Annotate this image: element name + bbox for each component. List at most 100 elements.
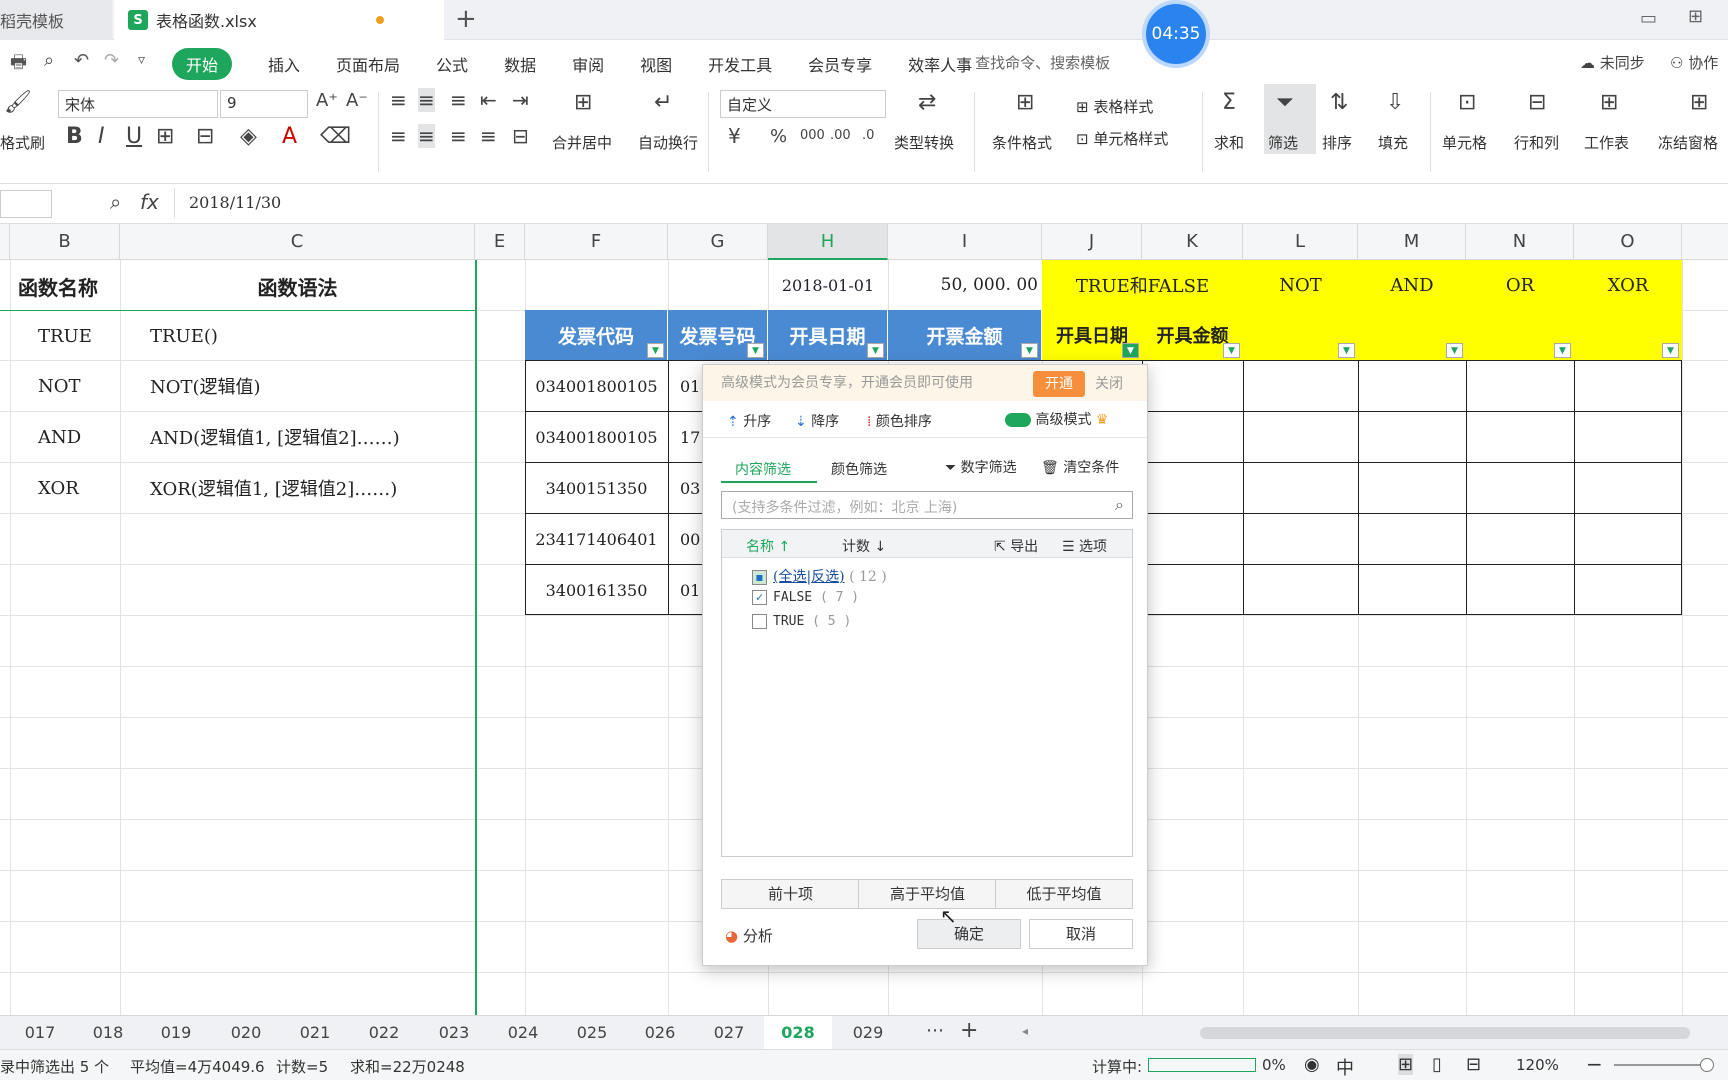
cell-button[interactable]: 单元格 — [1442, 132, 1487, 153]
sheet-tab[interactable]: 026 — [626, 1016, 694, 1050]
date-cell[interactable]: 2018-01-01 — [768, 260, 888, 310]
filter-dropdown-icon[interactable]: ▼ — [1021, 343, 1038, 358]
number-filter-button[interactable]: ⏷ 数字筛选 — [945, 457, 1017, 477]
type-convert-button[interactable]: 类型转换 — [894, 132, 954, 153]
col-header-selected[interactable]: H — [768, 224, 888, 260]
sort-button[interactable]: 排序 — [1322, 132, 1352, 153]
fill-color-icon[interactable]: ◈ — [240, 124, 257, 149]
col-header[interactable]: I — [888, 224, 1042, 260]
function-syntax-cell[interactable]: TRUE() — [150, 312, 470, 360]
invoice-amount-header[interactable]: 开票金额 ▼ — [888, 310, 1042, 360]
filter-search-input[interactable]: (支持多条件过滤，例如：北京 上海) ⌕ — [721, 491, 1133, 519]
issue-amount-yellow-header[interactable]: 开具金额 ▼ — [1142, 310, 1243, 360]
filter-dropdown-icon[interactable]: ▼ — [1446, 343, 1463, 358]
list-item-true[interactable]: TRUE ( 5 ) — [752, 614, 851, 629]
rowcol-button[interactable]: 行和列 — [1514, 132, 1559, 153]
tab-active-file[interactable]: S 表格函数.xlsx — [114, 0, 444, 40]
sheet-tab-active[interactable]: 028 — [764, 1016, 832, 1050]
invoice-code-cell[interactable]: 3400151350 — [525, 463, 668, 513]
align-bottom-icon[interactable]: ≡ — [450, 88, 467, 112]
checked-checkbox-icon[interactable]: ✓ — [752, 590, 767, 605]
new-tab-plus-icon[interactable]: + — [455, 4, 477, 34]
menu-developer[interactable]: 开发工具 — [708, 52, 772, 76]
sync-status[interactable]: ☁ 未同步 — [1580, 52, 1645, 73]
ok-button[interactable]: 确定 — [917, 919, 1021, 949]
cond-format-button[interactable]: 条件格式 — [992, 132, 1052, 153]
add-sheet-icon[interactable]: + — [960, 1018, 978, 1043]
eye-icon[interactable]: ◉ — [1304, 1054, 1320, 1075]
table-style-button[interactable]: ⊞ 表格样式 — [1076, 96, 1153, 117]
cancel-button[interactable]: 取消 — [1029, 919, 1133, 949]
issue-date-yellow-header[interactable]: 开具日期 ▼ — [1042, 310, 1142, 360]
quick-access-more-icon[interactable]: ▿ — [138, 52, 145, 68]
formula-input[interactable]: 2018/11/30 — [174, 188, 1724, 218]
color-sort-button[interactable]: ⁞ 颜色排序 — [867, 411, 932, 431]
font-grow-icon[interactable]: A⁺ — [316, 90, 338, 111]
justify-icon[interactable]: ≡ — [480, 124, 497, 148]
align-right-icon[interactable]: ≡ — [450, 124, 467, 148]
normal-view-icon[interactable]: ⊞ — [1398, 1054, 1414, 1075]
sum-button[interactable]: 求和 — [1214, 132, 1244, 153]
advanced-mode-toggle[interactable]: 高级模式 ♛ — [1005, 409, 1108, 429]
menu-home[interactable]: 开始 — [172, 48, 233, 80]
collab-button[interactable]: ⚇ 协作 — [1670, 52, 1718, 73]
border-icon[interactable]: ⊞ — [156, 124, 174, 149]
menu-data[interactable]: 数据 — [504, 52, 536, 76]
increase-decimal-icon[interactable]: .00 — [830, 128, 851, 143]
unchecked-checkbox-icon[interactable] — [752, 614, 767, 629]
fill-button[interactable]: 填充 — [1378, 132, 1408, 153]
col-header[interactable]: L — [1243, 224, 1358, 260]
function-syntax-cell[interactable]: NOT(逻辑值) — [150, 362, 470, 410]
window-layout-icon[interactable]: ▭ — [1640, 8, 1657, 29]
function-name-cell[interactable]: XOR — [38, 464, 118, 512]
col-header[interactable]: O — [1574, 224, 1682, 260]
export-button[interactable]: ⇱ 导出 — [994, 536, 1038, 556]
filter-button[interactable]: 筛选 — [1268, 132, 1298, 153]
sheet-tab[interactable]: 020 — [212, 1016, 280, 1050]
vip-open-button[interactable]: 开通 — [1033, 371, 1085, 397]
sheet-tab[interactable]: 023 — [420, 1016, 488, 1050]
grid-apps-icon[interactable]: ⊞ — [1688, 6, 1703, 27]
wrap-text-button[interactable]: 自动换行 — [638, 132, 698, 153]
invoice-code-header[interactable]: 发票代码 ▼ — [525, 310, 668, 360]
page-break-view-icon[interactable]: ⊟ — [1466, 1054, 1481, 1075]
more-sheets-icon[interactable]: ⋯ — [926, 1020, 944, 1041]
list-item-false[interactable]: ✓ FALSE ( 7 ) — [752, 590, 859, 605]
clear-conditions-button[interactable]: 🗑 清空条件 — [1041, 457, 1119, 477]
align-left-icon[interactable]: ≡ — [390, 124, 407, 148]
menu-formula[interactable]: 公式 — [436, 52, 468, 76]
horizontal-scrollbar[interactable] — [1200, 1027, 1690, 1039]
sheet-tab[interactable]: 024 — [489, 1016, 557, 1050]
font-size-select[interactable]: 9 — [220, 90, 308, 118]
function-name-cell[interactable]: NOT — [38, 362, 118, 410]
zoom-out-icon[interactable]: − — [1586, 1052, 1603, 1076]
preview-icon[interactable]: ⌕ — [44, 50, 54, 71]
sheet-tab[interactable]: 022 — [350, 1016, 418, 1050]
sheet-tab[interactable]: 027 — [695, 1016, 763, 1050]
align-middle-icon[interactable]: ≡ — [418, 88, 435, 112]
tab-templates[interactable]: 稻壳模板 — [0, 0, 112, 40]
amount-cell[interactable]: 50, 000. 00 — [888, 260, 1038, 310]
header-function-name[interactable]: 函数名称 — [18, 262, 118, 310]
bold-icon[interactable]: B — [66, 124, 83, 149]
sort-desc-button[interactable]: ⇣ 降序 — [795, 411, 839, 431]
invoice-code-cell[interactable]: 3400161350 — [525, 565, 668, 615]
zoom-slider[interactable] — [1614, 1064, 1710, 1066]
above-avg-button[interactable]: 高于平均值 — [858, 879, 996, 909]
scroll-left-icon[interactable]: ◂ — [1022, 1024, 1028, 1038]
xor-header-cell[interactable]: XOR — [1574, 260, 1682, 310]
underline-icon[interactable]: U — [126, 124, 142, 149]
col-header-a[interactable] — [0, 224, 10, 260]
col-header[interactable]: E — [475, 224, 525, 260]
print-icon[interactable]: 🖶 — [10, 50, 27, 80]
partial-checkbox-icon[interactable]: ▪ — [752, 569, 767, 585]
col-header[interactable]: J — [1042, 224, 1142, 260]
col-header[interactable]: B — [10, 224, 120, 260]
sort-by-name-button[interactable]: 名称 ↑ — [746, 536, 790, 556]
indent-decrease-icon[interactable]: ⇤ — [480, 88, 497, 112]
merge-center-button[interactable]: 合并居中 — [552, 132, 612, 153]
top10-button[interactable]: 前十项 — [721, 879, 859, 909]
name-box[interactable] — [0, 190, 52, 218]
col-header[interactable]: F — [525, 224, 668, 260]
zoom-slider-handle[interactable] — [1700, 1058, 1714, 1072]
